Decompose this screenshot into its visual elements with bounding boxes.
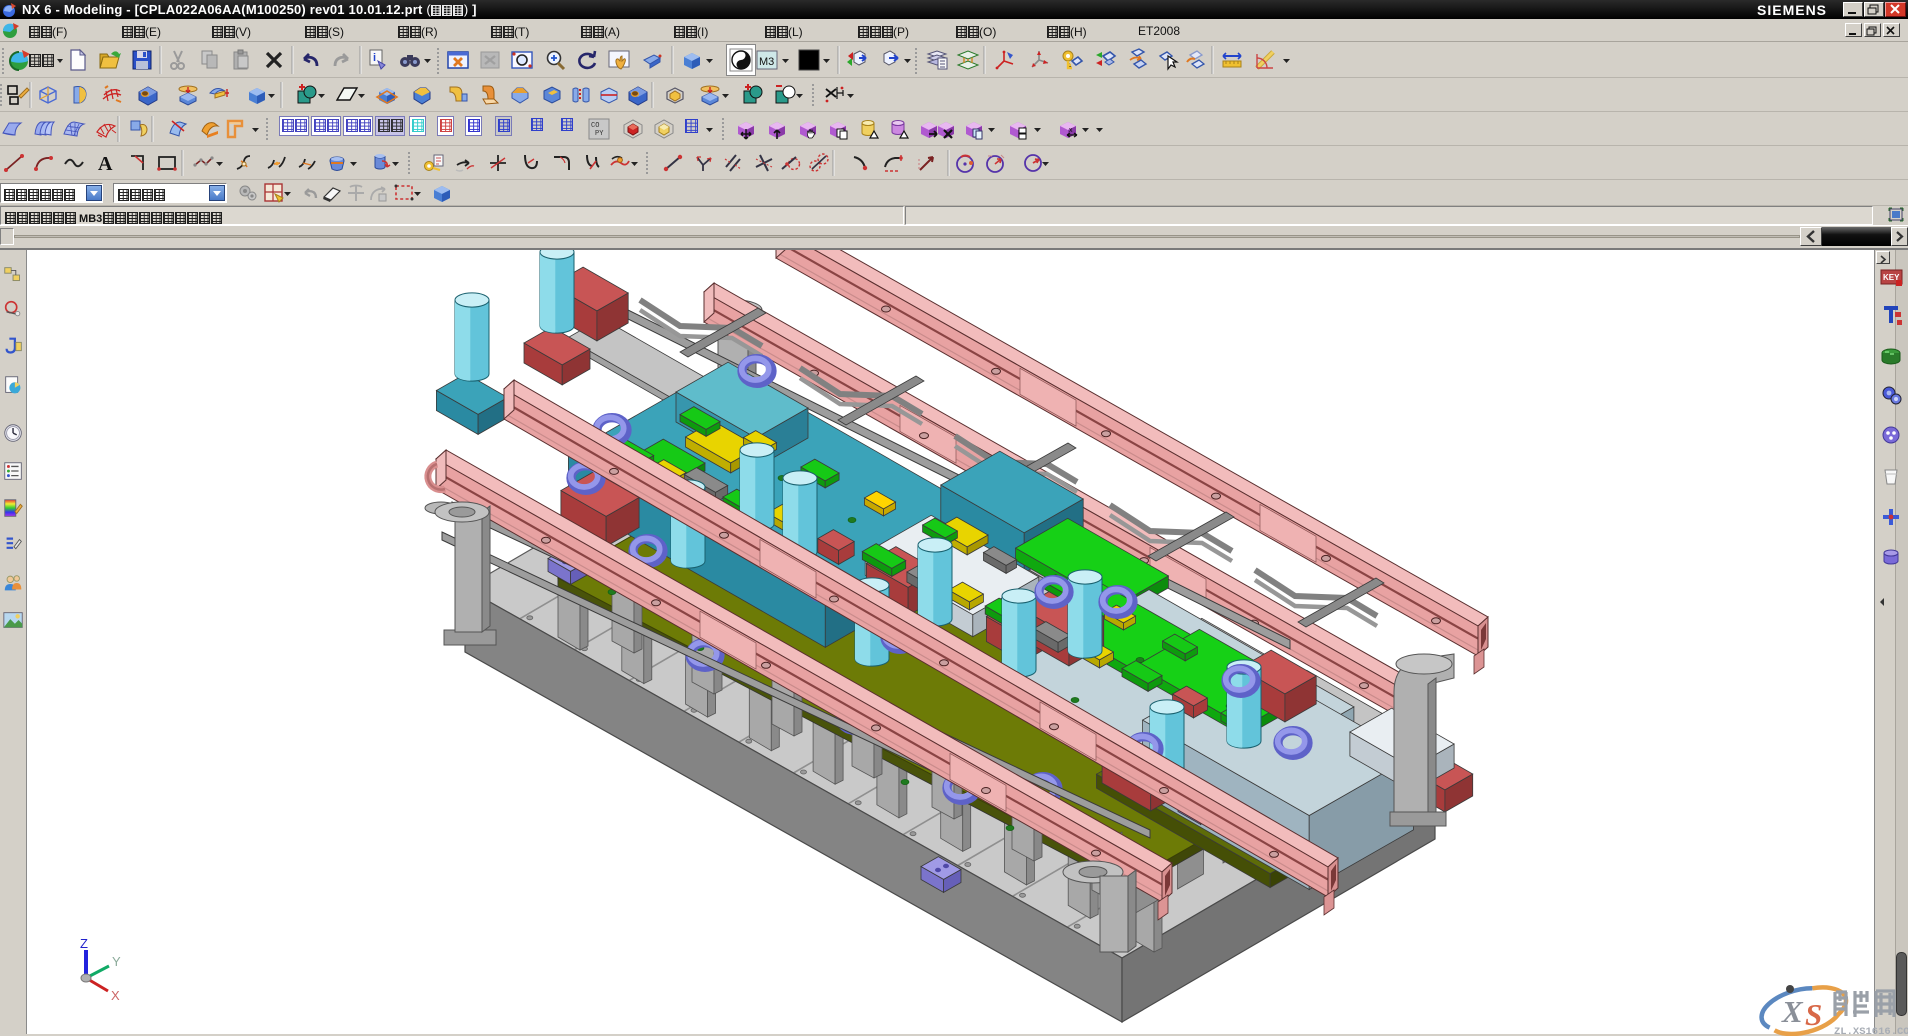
svg-text:X: X xyxy=(1781,994,1804,1029)
svg-text:Y: Y xyxy=(112,954,121,969)
svg-text:M3: M3 xyxy=(759,56,774,68)
svg-text:S: S xyxy=(1805,997,1822,1032)
svg-text:x: x xyxy=(1069,127,1073,134)
svg-text:X: X xyxy=(111,988,120,1003)
svg-text:A: A xyxy=(98,153,113,175)
svg-text:i: i xyxy=(373,52,376,64)
svg-text:Z: Z xyxy=(80,936,88,951)
svg-text:ZL.XS1616.COM: ZL.XS1616.COM xyxy=(1834,1026,1908,1036)
